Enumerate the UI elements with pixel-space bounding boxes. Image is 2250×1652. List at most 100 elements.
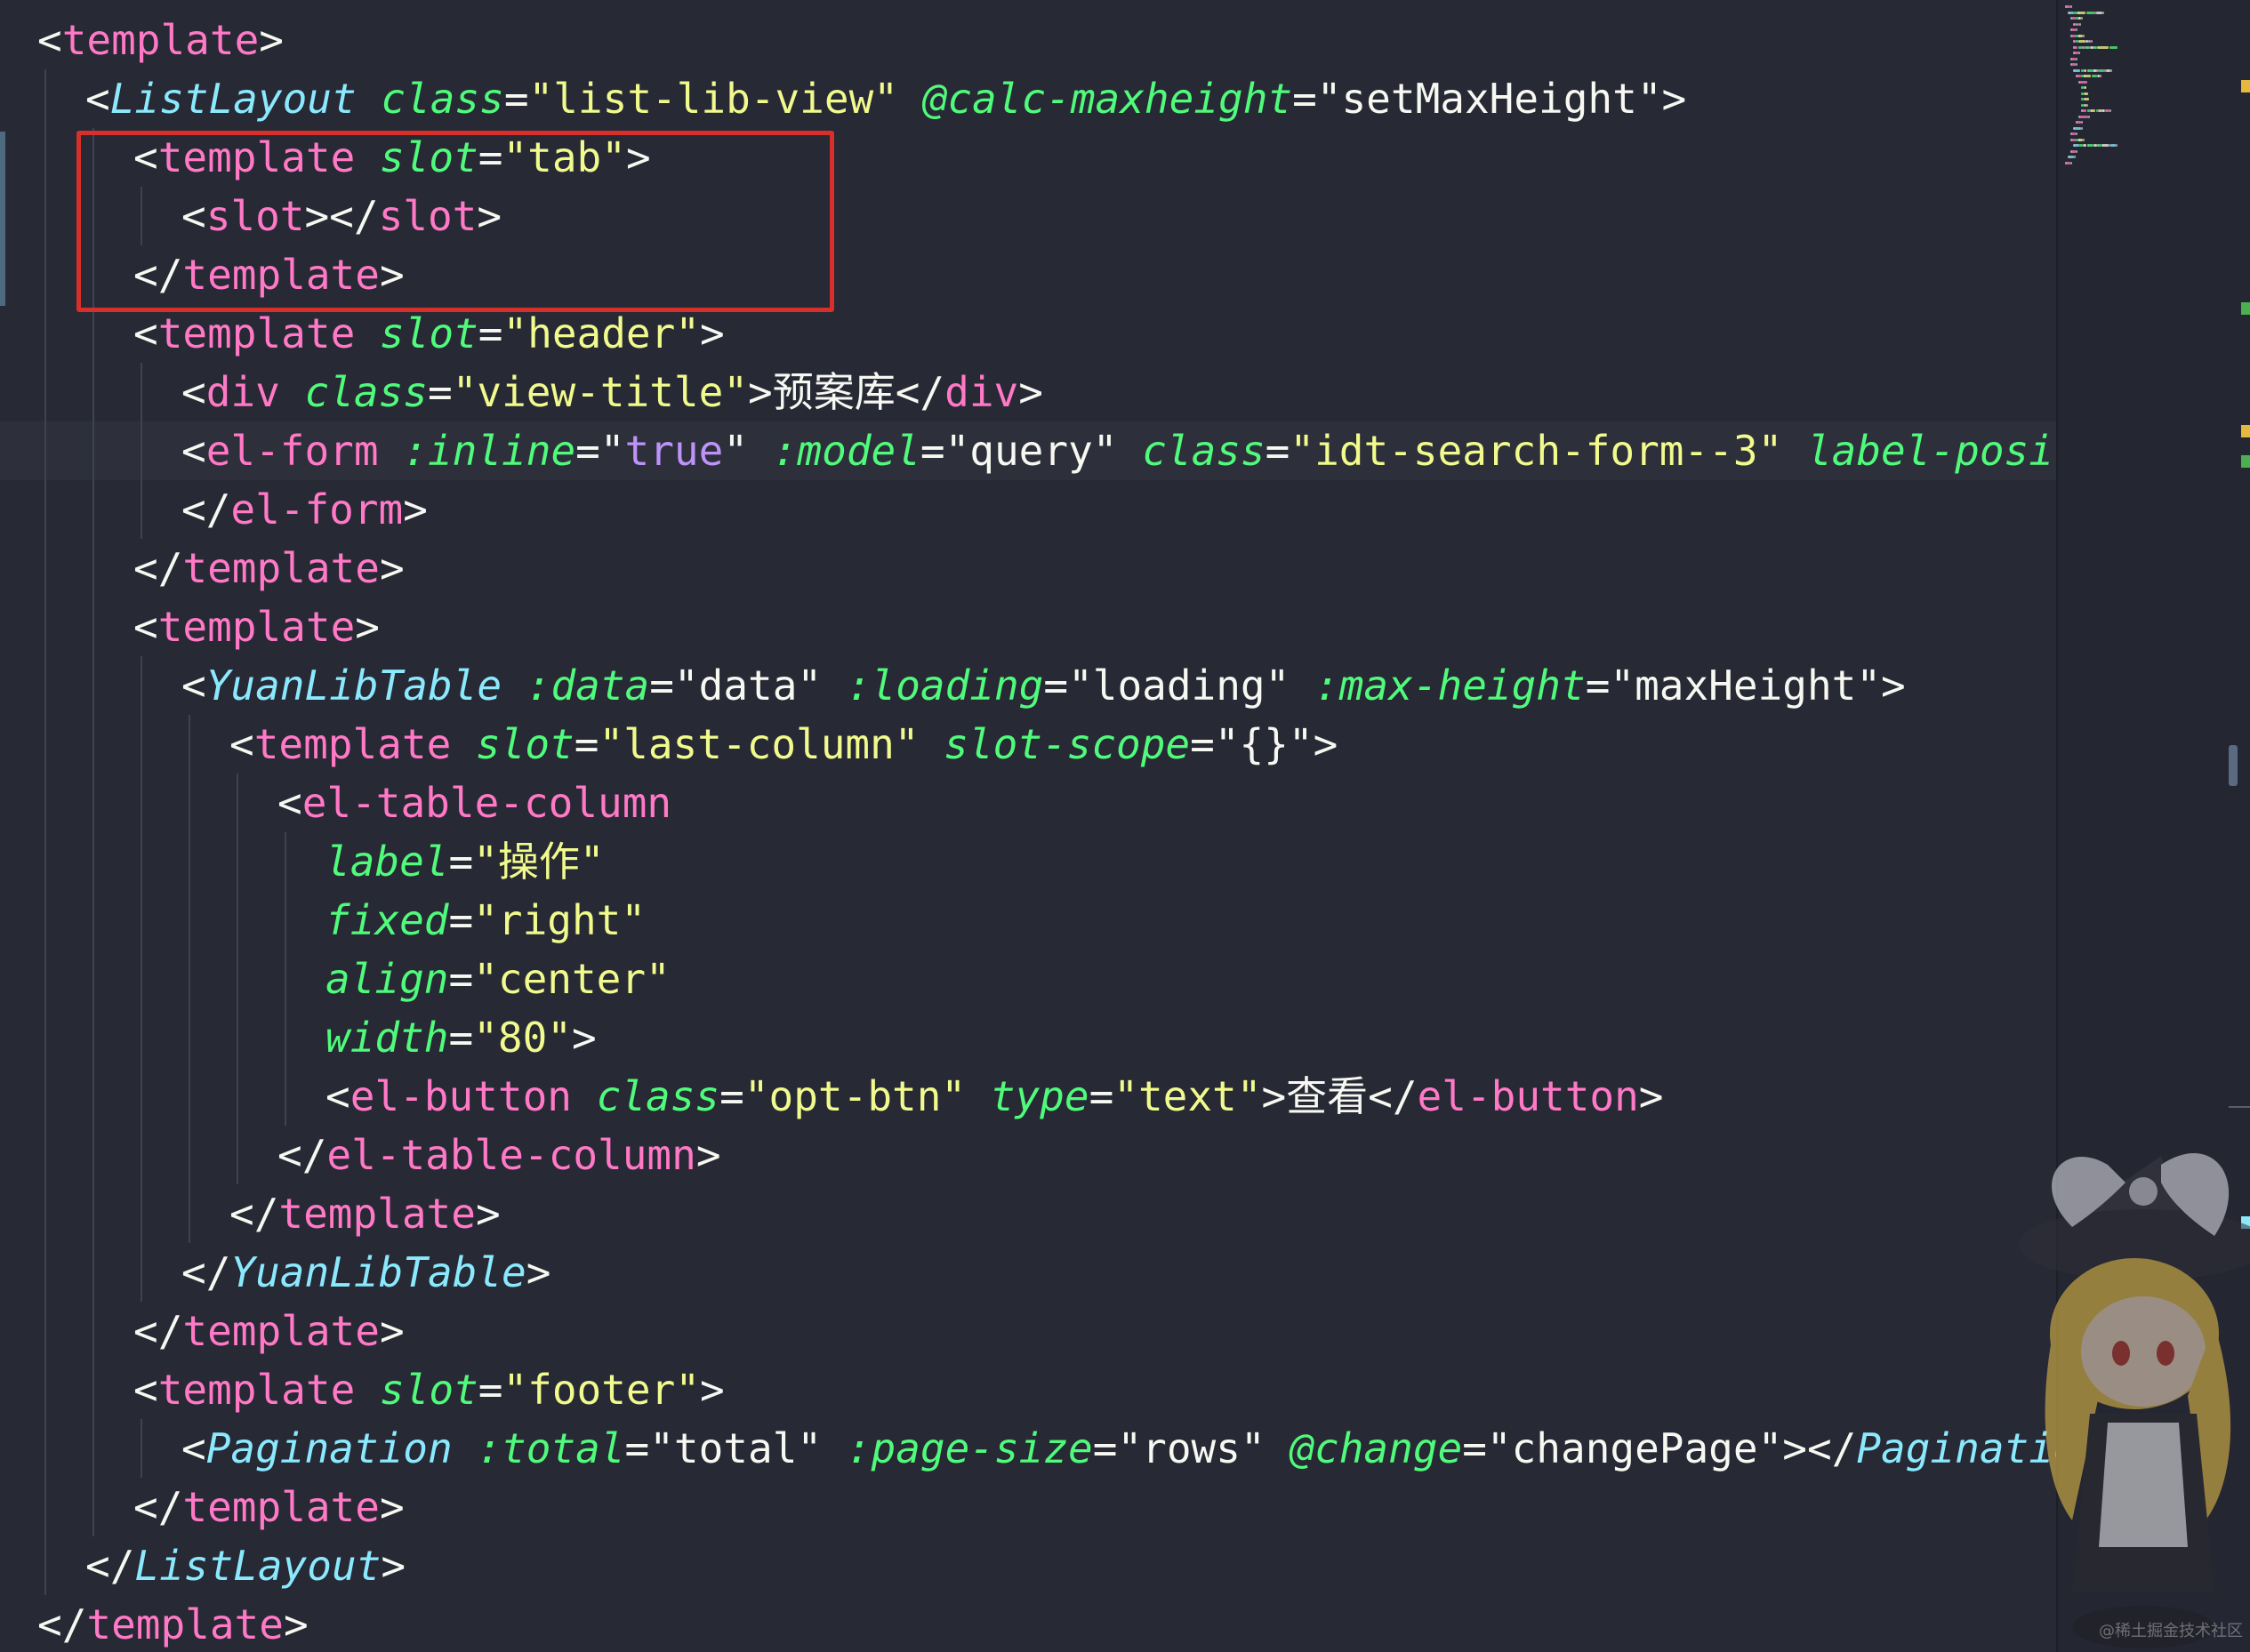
indent-guide [92,715,94,774]
code-text: </template> [229,1184,501,1243]
code-line[interactable]: </YuanLibTable> [0,1243,2056,1302]
token-punctuation: > [403,485,428,533]
indent-guide [141,1184,142,1243]
indent-guide [44,1478,46,1536]
code-line[interactable]: <YuanLibTable :data="data" :loading="loa… [0,656,2056,715]
minimap-stroke [2083,138,2085,141]
code-line[interactable]: </template> [0,539,2056,597]
code-line[interactable]: <template slot="last-column" slot-scope=… [0,715,2056,774]
code-line[interactable]: </ListLayout> [0,1536,2056,1595]
code-line[interactable]: </el-table-column> [0,1126,2056,1184]
token-punctuation: > [526,1248,551,1296]
token-expression: setMaxHeight [1341,75,1637,123]
token-punctuation: = [1089,1072,1114,1120]
token-punctuation: </ [229,1190,279,1238]
indent-guide [44,774,46,832]
minimap-stroke [2074,52,2078,54]
token-punctuation: = [503,75,529,123]
code-text: <YuanLibTable :data="data" :loading="loa… [181,656,1906,715]
code-line[interactable]: <el-table-column [0,774,2056,832]
indent-guide [92,421,94,480]
indent-guide [189,774,190,832]
code-line[interactable]: </template> [0,1184,2056,1243]
code-editor[interactable]: › <template><ListLayout class="list-lib-… [0,0,2056,1652]
minimap-stroke [2084,86,2087,89]
code-line[interactable]: <el-button class="opt-btn" type="text">查… [0,1067,2056,1126]
indent-guide [92,950,94,1008]
minimap-stroke [2102,11,2105,14]
token-directive-name: :inline [403,427,576,475]
code-line[interactable]: <el-form :inline="true" :model="query" c… [0,421,2056,480]
minimap-stroke [2070,34,2076,37]
minimap-stroke [2068,11,2074,14]
indent-guide [141,891,142,950]
code-line[interactable]: fixed="right" [0,891,2056,950]
code-line[interactable]: </el-form> [0,480,2056,539]
token-attribute-name: class [381,75,504,123]
indent-guide [189,832,190,891]
code-text: <template slot="last-column" slot-scope=… [229,715,1338,774]
token-punctuation: = [719,1072,744,1120]
token-punctuation: " [1092,427,1118,475]
code-line[interactable]: </template> [0,1595,2056,1652]
token-punctuation: = [448,955,474,1003]
code-text: <template slot="header"> [133,304,725,363]
token-attribute-name: slot-scope [944,720,1191,768]
minimap-stroke [2069,5,2072,8]
token-tag-name: el-form [230,485,404,533]
token-directive-name: :page-size [846,1424,1093,1472]
code-line[interactable]: </template> [0,1478,2056,1536]
indent-guide [141,1243,142,1302]
token-punctuation: > [700,1366,725,1414]
indent-guide [237,950,238,1008]
token-text-content [822,662,847,710]
token-punctuation: "></ [1757,1424,1857,1472]
minimap-stroke [2081,17,2084,20]
token-attribute-name: label [325,838,449,886]
code-line[interactable]: <template> [0,11,2056,69]
code-text: </el-form> [181,480,428,539]
code-text: label="操作" [325,832,605,891]
code-line[interactable]: </template> [0,1302,2056,1360]
indent-guide [92,597,94,656]
code-line[interactable]: <Pagination :total="total" :page-size="r… [0,1419,2056,1478]
token-text-content [355,309,380,357]
indent-guide [44,539,46,597]
minimap-stroke [2116,144,2118,147]
code-line[interactable]: align="center" [0,950,2056,1008]
minimap-stroke [2084,75,2092,77]
minimap-stroke [2075,63,2077,66]
indent-guide [285,950,286,1008]
token-attribute-name: slot [379,309,478,357]
code-line[interactable]: width="80"> [0,1008,2056,1067]
indent-guide [92,832,94,891]
token-punctuation: </ [133,1483,183,1531]
code-line[interactable]: <template> [0,597,2056,656]
token-tag-name: el-button [1417,1072,1639,1120]
token-punctuation: > [379,544,405,592]
code-line[interactable]: <ListLayout class="list-lib-view" @calc-… [0,69,2056,128]
code-line[interactable]: <template slot="footer"> [0,1360,2056,1419]
token-tag-name: template [157,1366,356,1414]
token-string-value: "opt-btn" [743,1072,967,1120]
indent-guide [141,363,142,421]
token-attribute-name: align [325,955,449,1003]
token-directive-name: :data [526,662,650,710]
scrollbar-thumb[interactable] [2229,745,2238,786]
code-line[interactable]: <template slot="header"> [0,304,2056,363]
code-line[interactable]: label="操作" [0,832,2056,891]
indent-guide [92,1478,94,1536]
minimap-stroke [2080,126,2083,130]
code-text: fixed="right" [325,891,646,950]
indent-guide [92,656,94,715]
token-punctuation: > [355,603,380,651]
token-punctuation: > [748,368,773,416]
token-punctuation: > [695,1131,721,1179]
minimap-stroke [2065,5,2070,8]
indent-guide [189,1184,190,1243]
highlight-annotation-box [76,131,834,312]
minimap-stroke [2078,40,2086,43]
token-tag-name: template [61,16,260,64]
indent-guide [44,480,46,539]
code-line[interactable]: <div class="view-title">预案库</div> [0,363,2056,421]
